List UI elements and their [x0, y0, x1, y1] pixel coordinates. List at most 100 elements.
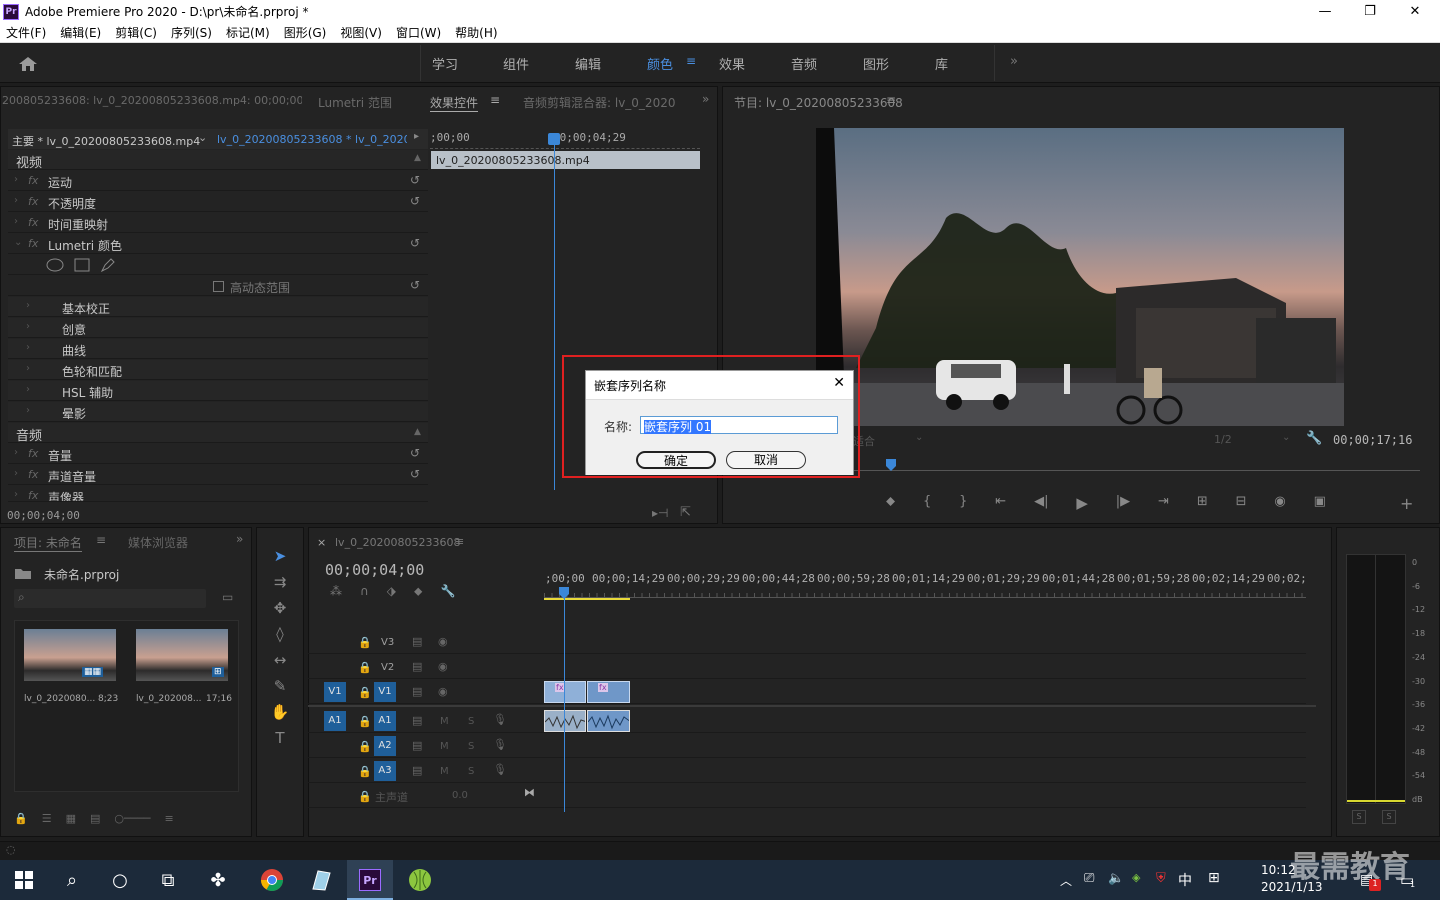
- effect-row-channel-volume[interactable]: › fx 声道音量 ↺: [8, 465, 428, 485]
- lock-icon[interactable]: 🔒: [358, 686, 372, 699]
- ok-button[interactable]: 确定: [636, 451, 716, 469]
- sync-lock-icon[interactable]: ▤: [412, 714, 422, 727]
- effect-row-opacity[interactable]: › fx 不透明度 ↺: [8, 192, 428, 212]
- sync-lock-icon[interactable]: ▤: [412, 739, 422, 752]
- chevron-down-icon[interactable]: ⌄: [14, 237, 22, 248]
- effect-row-volume[interactable]: › fx 音量 ↺: [8, 444, 428, 464]
- effect-controls-tab[interactable]: 效果控件: [430, 94, 479, 112]
- program-menu-icon[interactable]: ≡: [886, 93, 896, 107]
- fx-icon[interactable]: fx: [28, 237, 38, 250]
- chevron-right-icon[interactable]: ›: [14, 447, 18, 458]
- sort-icon[interactable]: ≡: [164, 812, 173, 826]
- security-icon[interactable]: ⛨: [1156, 871, 1166, 886]
- chrome-icon[interactable]: [258, 866, 286, 894]
- ime-indicator[interactable]: 中: [1178, 870, 1192, 890]
- ec-timecode[interactable]: 00;00;04;00: [7, 509, 80, 522]
- effect-row-lumetri[interactable]: ⌄ fx Lumetri 颜色 ↺: [8, 234, 428, 254]
- go-to-in-icon[interactable]: ⇤: [995, 494, 1006, 514]
- chevron-right-icon[interactable]: ›: [26, 342, 30, 353]
- play-icon[interactable]: ▶: [1076, 494, 1088, 514]
- video-clip[interactable]: [587, 681, 630, 703]
- program-timecode[interactable]: 00;00;17;16: [1333, 433, 1412, 447]
- project-menu-icon[interactable]: ≡: [96, 533, 106, 547]
- program-playhead-icon[interactable]: [885, 458, 897, 472]
- expand-icon[interactable]: ▸: [414, 131, 419, 142]
- windows-start-icon[interactable]: [10, 866, 38, 894]
- go-to-end-icon[interactable]: ⧓: [524, 786, 535, 799]
- lock-icon[interactable]: 🔒: [358, 765, 372, 778]
- lumetri-scopes-tab[interactable]: Lumetri 范围: [318, 94, 392, 111]
- cortana-icon[interactable]: ○: [106, 866, 134, 894]
- melon-app-icon[interactable]: [406, 866, 434, 894]
- lock-icon[interactable]: 🔒: [358, 636, 372, 649]
- fx-icon[interactable]: fx: [28, 489, 38, 501]
- hdr-checkbox[interactable]: [213, 281, 224, 292]
- track-select-tool-icon[interactable]: ⇉: [268, 573, 292, 591]
- track-target-a3[interactable]: A3: [374, 761, 396, 781]
- fx-icon[interactable]: fx: [28, 216, 38, 229]
- reset-icon[interactable]: ↺: [410, 173, 420, 187]
- mute-button[interactable]: M: [440, 741, 449, 752]
- eye-icon[interactable]: ◉: [438, 685, 448, 698]
- lumetri-curves[interactable]: › 曲线: [8, 339, 428, 359]
- solo-button[interactable]: S: [468, 741, 474, 752]
- step-forward-icon[interactable]: |▶: [1116, 494, 1130, 514]
- chevron-right-icon[interactable]: ›: [14, 195, 18, 206]
- ellipse-mask-icon[interactable]: [46, 258, 64, 272]
- tab-editing[interactable]: 编辑: [575, 54, 601, 73]
- mute-button[interactable]: M: [440, 766, 449, 777]
- home-icon[interactable]: [18, 56, 38, 72]
- meter-solo-left[interactable]: S: [1352, 810, 1366, 824]
- menu-window[interactable]: 窗口(W): [396, 24, 441, 41]
- sync-lock-icon[interactable]: ▤: [412, 660, 422, 673]
- ec-playhead-icon[interactable]: [548, 133, 560, 145]
- fx-icon[interactable]: fx: [28, 174, 38, 187]
- sequence-clip-label[interactable]: lv_0_20200805233608 * lv_0_2020...: [217, 133, 407, 146]
- zoom-slider[interactable]: ○────: [114, 812, 150, 826]
- fx-icon[interactable]: fx: [28, 195, 38, 208]
- close-sequence-icon[interactable]: ×: [317, 536, 326, 549]
- mark-in-icon[interactable]: {: [923, 494, 931, 514]
- chevron-right-icon[interactable]: ›: [14, 489, 18, 500]
- lock-icon[interactable]: 🔒: [358, 661, 372, 674]
- menu-edit[interactable]: 编辑(E): [60, 24, 101, 41]
- lock-icon[interactable]: 🔒: [358, 790, 372, 803]
- fit-dropdown-icon[interactable]: ⌄: [915, 432, 923, 443]
- lumetri-vignette[interactable]: › 晕影: [8, 402, 428, 422]
- lift-icon[interactable]: ⊞: [1197, 494, 1208, 514]
- nvidia-icon[interactable]: ◈: [1132, 871, 1140, 884]
- type-tool-icon[interactable]: T: [268, 729, 292, 747]
- lumetri-creative[interactable]: › 创意: [8, 318, 428, 338]
- chevron-right-icon[interactable]: ›: [26, 384, 30, 395]
- pen-tool-icon[interactable]: ✎: [268, 677, 292, 695]
- fx-icon[interactable]: fx: [28, 447, 38, 460]
- microphone-icon[interactable]: 🎙: [493, 738, 507, 751]
- menu-file[interactable]: 文件(F): [6, 24, 46, 41]
- new-bin-icon[interactable]: ▭: [222, 590, 233, 604]
- project-search-input[interactable]: [14, 589, 206, 608]
- hand-tool-icon[interactable]: ✋: [268, 703, 292, 721]
- sync-lock-icon[interactable]: ▤: [412, 764, 422, 777]
- extract-icon[interactable]: ⊟: [1236, 494, 1247, 514]
- eye-icon[interactable]: ◉: [438, 635, 448, 648]
- resolution-dropdown-icon[interactable]: ⌄: [1282, 432, 1290, 443]
- effect-controls-menu-icon[interactable]: ≡: [490, 93, 500, 107]
- nest-name-input[interactable]: 嵌套序列 01: [640, 416, 838, 434]
- reset-icon[interactable]: ↺: [410, 446, 420, 460]
- tab-color-menu-icon[interactable]: ≡: [686, 54, 696, 68]
- chevron-right-icon[interactable]: ›: [26, 363, 30, 374]
- effect-row-motion[interactable]: › fx 运动 ↺: [8, 171, 428, 191]
- list-view-icon[interactable]: ☰: [42, 812, 52, 826]
- cancel-button[interactable]: 取消: [726, 451, 806, 469]
- lumetri-color-wheels[interactable]: › 色轮和匹配: [8, 360, 428, 380]
- filter-icon[interactable]: ▸⊣: [652, 506, 668, 520]
- chevron-right-icon[interactable]: ›: [26, 300, 30, 311]
- tab-audio[interactable]: 音频: [791, 54, 817, 73]
- export-icon[interactable]: ⇱: [680, 505, 691, 520]
- premiere-taskbar-icon[interactable]: Pr: [356, 866, 384, 894]
- clip-dropdown-icon[interactable]: ⌄: [198, 131, 207, 144]
- microphone-icon[interactable]: 🎙: [493, 763, 507, 776]
- reset-icon[interactable]: ↺: [410, 278, 420, 292]
- step-back-icon[interactable]: ◀|: [1034, 494, 1048, 514]
- lumetri-hsl[interactable]: › HSL 辅助: [8, 381, 428, 401]
